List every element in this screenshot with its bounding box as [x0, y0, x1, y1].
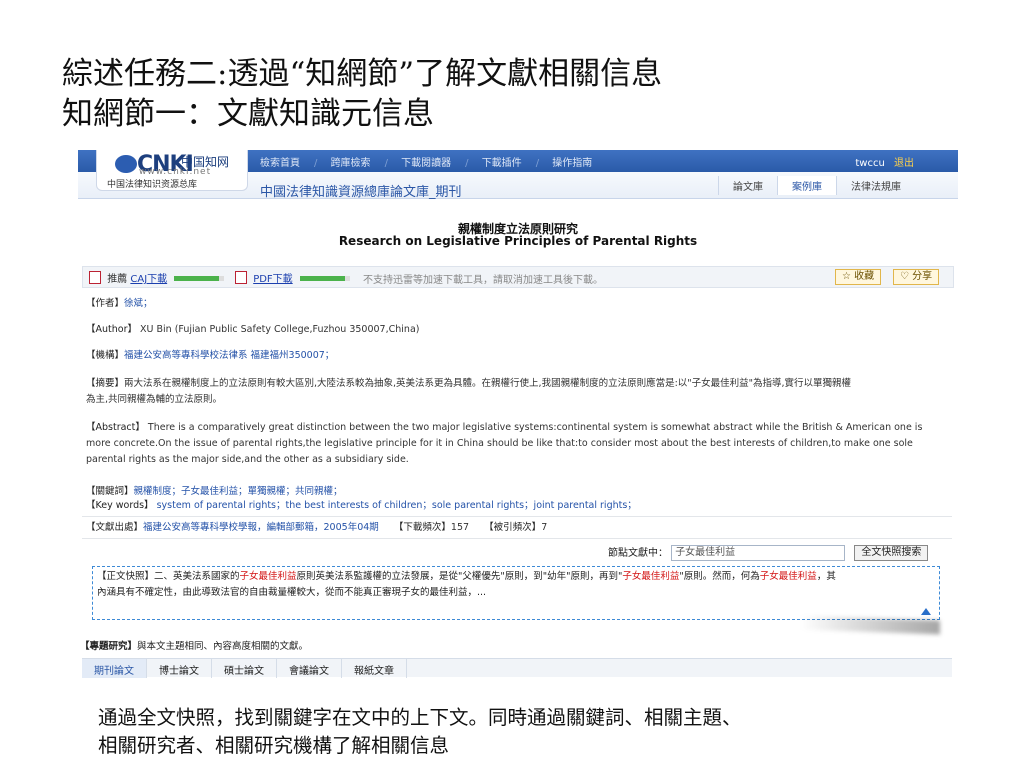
- pdf-download: PDF下載: [235, 270, 350, 285]
- slide-title: 綜述任務二:透過“知網節”了解文獻相關信息 知網節一：文獻知識元信息: [62, 54, 662, 134]
- cnki-logo[interactable]: CNKI 中国知网 www.cnki.net 中国法律知识资源总库: [96, 150, 248, 191]
- author-en-row: 【Author】 XU Bin (Fujian Public Safety Co…: [86, 324, 420, 335]
- slide-title-line1: 綜述任務二:透過“知網節”了解文獻相關信息: [62, 56, 663, 92]
- caj-progress-fill: [174, 276, 220, 281]
- abstract-cn: 【摘要】兩大法系在親權制度上的立法原則有較大區別,大陸法系較為抽象,英美法系更為…: [86, 378, 852, 405]
- tab-laws[interactable]: 法律法規庫: [836, 176, 915, 195]
- pdf-progress-bar: [299, 276, 350, 281]
- logo-subtitle: 中国法律知识资源总库: [107, 180, 198, 190]
- caj-download: 推薦 CAJ下載: [89, 270, 225, 285]
- snapshot-label: 節點文獻中：: [608, 548, 668, 559]
- divider: [82, 538, 952, 539]
- download-bar: 推薦 CAJ下載 PDF下載 不支持迅雷等加速下載工具，請取消加速工具後下載。 …: [82, 266, 954, 288]
- research-row: 【專題研究】與本文主題相同、內容高度相關的文獻。: [80, 641, 309, 652]
- caj-file-icon: [89, 271, 101, 284]
- author-row: 【作者】徐斌；: [86, 298, 153, 309]
- caj-download-link[interactable]: CAJ下載: [130, 274, 167, 285]
- caption-line1: 通過全文快照，找到關鍵字在文中的上下文。同時通過關鍵詞、相關主題、: [98, 706, 742, 729]
- logout-link[interactable]: 退出: [894, 158, 914, 169]
- share-button[interactable]: ♡ 分享: [893, 269, 940, 285]
- user-area: twccu 退出: [855, 154, 914, 169]
- pdf-download-link[interactable]: PDF下載: [253, 274, 292, 285]
- caj-recommend-label: 推薦: [107, 274, 128, 285]
- snapshot-search: 節點文獻中： 子女最佳利益 全文快照搜索: [608, 544, 929, 561]
- logo-circle-icon: [115, 155, 137, 173]
- cite-count: 7: [541, 522, 548, 533]
- nav-cross-search[interactable]: 跨庫檢索: [331, 158, 371, 169]
- snapshot-search-input[interactable]: 子女最佳利益: [671, 545, 846, 561]
- organization-row: 【機構】福建公安高等專科學校法律系 福建福州350007；: [86, 350, 335, 361]
- top-nav-links: 檢索首頁 / 跨庫檢索 / 下載閱讀器 / 下載插件 / 操作指南: [260, 158, 593, 169]
- keywords-en-row: 【Key words】 system of parental rights；th…: [86, 500, 637, 511]
- article-title-en: Research on Legislative Principles of Pa…: [338, 234, 698, 248]
- slide-title-line2: 知網節一：文獻知識元信息: [62, 96, 434, 132]
- snapshot-search-button[interactable]: 全文快照搜索: [854, 545, 929, 561]
- scroll-up-icon[interactable]: [921, 608, 931, 615]
- tab-journal[interactable]: 期刊論文: [82, 659, 147, 678]
- nav-search-home[interactable]: 檢索首頁: [260, 158, 300, 169]
- nav-guide[interactable]: 操作指南: [552, 158, 592, 169]
- download-notice: 不支持迅雷等加速下載工具，請取消加速工具後下載。: [363, 275, 603, 286]
- divider: [82, 516, 952, 517]
- abstract-en: 【Abstract】 There is a comparatively grea…: [86, 422, 923, 465]
- keywords-links[interactable]: 親權制度；子女最佳利益；單獨親權；共同親權；: [134, 486, 343, 497]
- caption-line2: 相關研究者、相關研究機構了解相關信息: [98, 734, 450, 757]
- tab-newspaper[interactable]: 報紙文章: [342, 659, 407, 678]
- tab-phd[interactable]: 博士論文: [147, 659, 212, 678]
- pdf-file-icon: [235, 271, 247, 284]
- cnki-screenshot: 檢索首頁 / 跨庫檢索 / 下載閱讀器 / 下載插件 / 操作指南 twccu 退出 C…: [78, 150, 958, 678]
- database-title: 中國法律知識資源總庫論文庫_期刊: [260, 185, 462, 200]
- tab-cases[interactable]: 案例庫: [777, 176, 836, 195]
- favorite-button[interactable]: ☆ 收藏: [835, 269, 882, 285]
- related-tabs: 期刊論文 博士論文 碩士論文 會議論文 報紙文章: [82, 658, 952, 678]
- keywords-en-links[interactable]: system of parental rights；the best inter…: [157, 500, 637, 511]
- caj-progress-bar: [174, 276, 225, 281]
- library-tabs: 論文庫 案例庫 法律法規庫: [718, 176, 915, 196]
- username: twccu: [855, 158, 885, 169]
- nav-download-plugin[interactable]: 下載插件: [482, 158, 522, 169]
- source-row: 【文獻出處】福建公安高等專科學校學報，編輯部郵箱，2005年04期 【下載頻次】…: [86, 522, 548, 533]
- nav-download-reader[interactable]: 下載閱讀器: [401, 158, 451, 169]
- pdf-progress-fill: [299, 276, 345, 281]
- slide-caption: 通過全文快照，找到關鍵字在文中的上下文。同時通過關鍵詞、相關主題、 相關研究者、…: [98, 704, 978, 760]
- tab-master[interactable]: 碩士論文: [212, 659, 277, 678]
- source-link[interactable]: 福建公安高等專科學校學報，編輯部郵箱，2005年04期: [143, 522, 379, 533]
- tab-papers[interactable]: 論文庫: [718, 176, 777, 195]
- download-count: 157: [450, 522, 470, 533]
- snapshot-box: 【正文快照】二、英美法系國家的子女最佳利益原則英美法系監護權的立法發展，是從"父…: [92, 566, 940, 620]
- author-link[interactable]: 徐斌；: [124, 298, 153, 309]
- logo-url: www.cnki.net: [139, 167, 212, 177]
- tab-conference[interactable]: 會議論文: [277, 659, 342, 678]
- organization-link[interactable]: 福建公安高等專科學校法律系 福建福州350007；: [124, 350, 334, 361]
